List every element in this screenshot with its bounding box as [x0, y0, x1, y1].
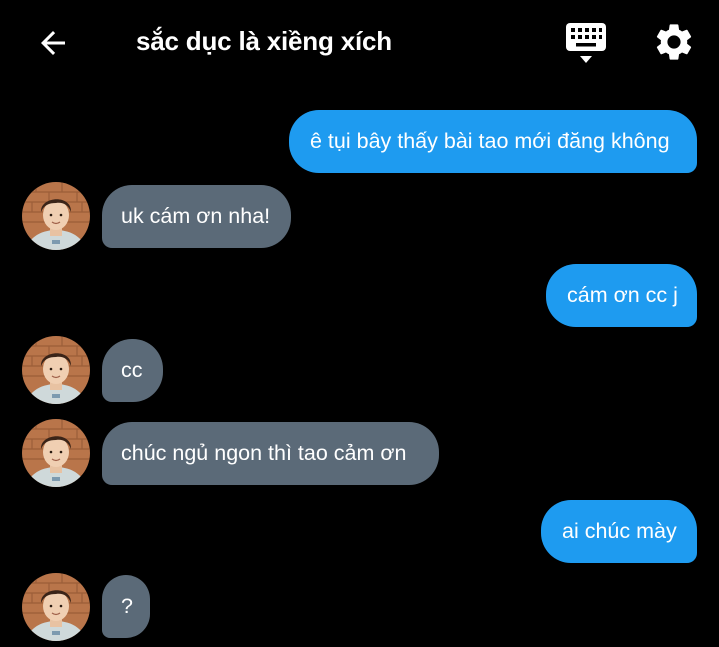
message-outgoing[interactable]: ai chúc mày — [541, 500, 697, 563]
chat-title: sắc dục là xiềng xích — [136, 26, 392, 56]
message-incoming[interactable]: chúc ngủ ngon thì tao cảm ơn — [102, 422, 439, 485]
message-text: chúc ngủ ngon thì tao cảm ơn — [121, 441, 407, 465]
message-incoming[interactable]: uk cám ơn nha! — [102, 185, 291, 248]
message-incoming[interactable]: cc — [102, 339, 163, 402]
message-incoming[interactable]: ? — [102, 575, 150, 638]
message-text: cám ơn cc j — [567, 283, 678, 307]
settings-button[interactable] — [652, 20, 698, 66]
gear-icon — [656, 24, 692, 60]
message-text: ? — [121, 594, 133, 618]
chat-header: sắc dục là xiềng xích — [0, 0, 719, 86]
keyboard-button[interactable] — [562, 22, 610, 66]
message-text: ai chúc mày — [562, 519, 677, 543]
back-button[interactable] — [30, 20, 76, 66]
avatar[interactable] — [22, 182, 90, 250]
message-text: uk cám ơn nha! — [121, 204, 271, 228]
message-text: cc — [121, 358, 143, 382]
message-text: ê tụi bây thấy bài tao mới đăng không — [310, 129, 670, 153]
avatar[interactable] — [22, 336, 90, 404]
message-outgoing[interactable]: cám ơn cc j — [546, 264, 697, 327]
avatar[interactable] — [22, 419, 90, 487]
keyboard-icon — [566, 23, 606, 63]
arrow-back-icon — [41, 31, 65, 55]
message-outgoing[interactable]: ê tụi bây thấy bài tao mới đăng không — [289, 110, 697, 173]
avatar[interactable] — [22, 573, 90, 641]
